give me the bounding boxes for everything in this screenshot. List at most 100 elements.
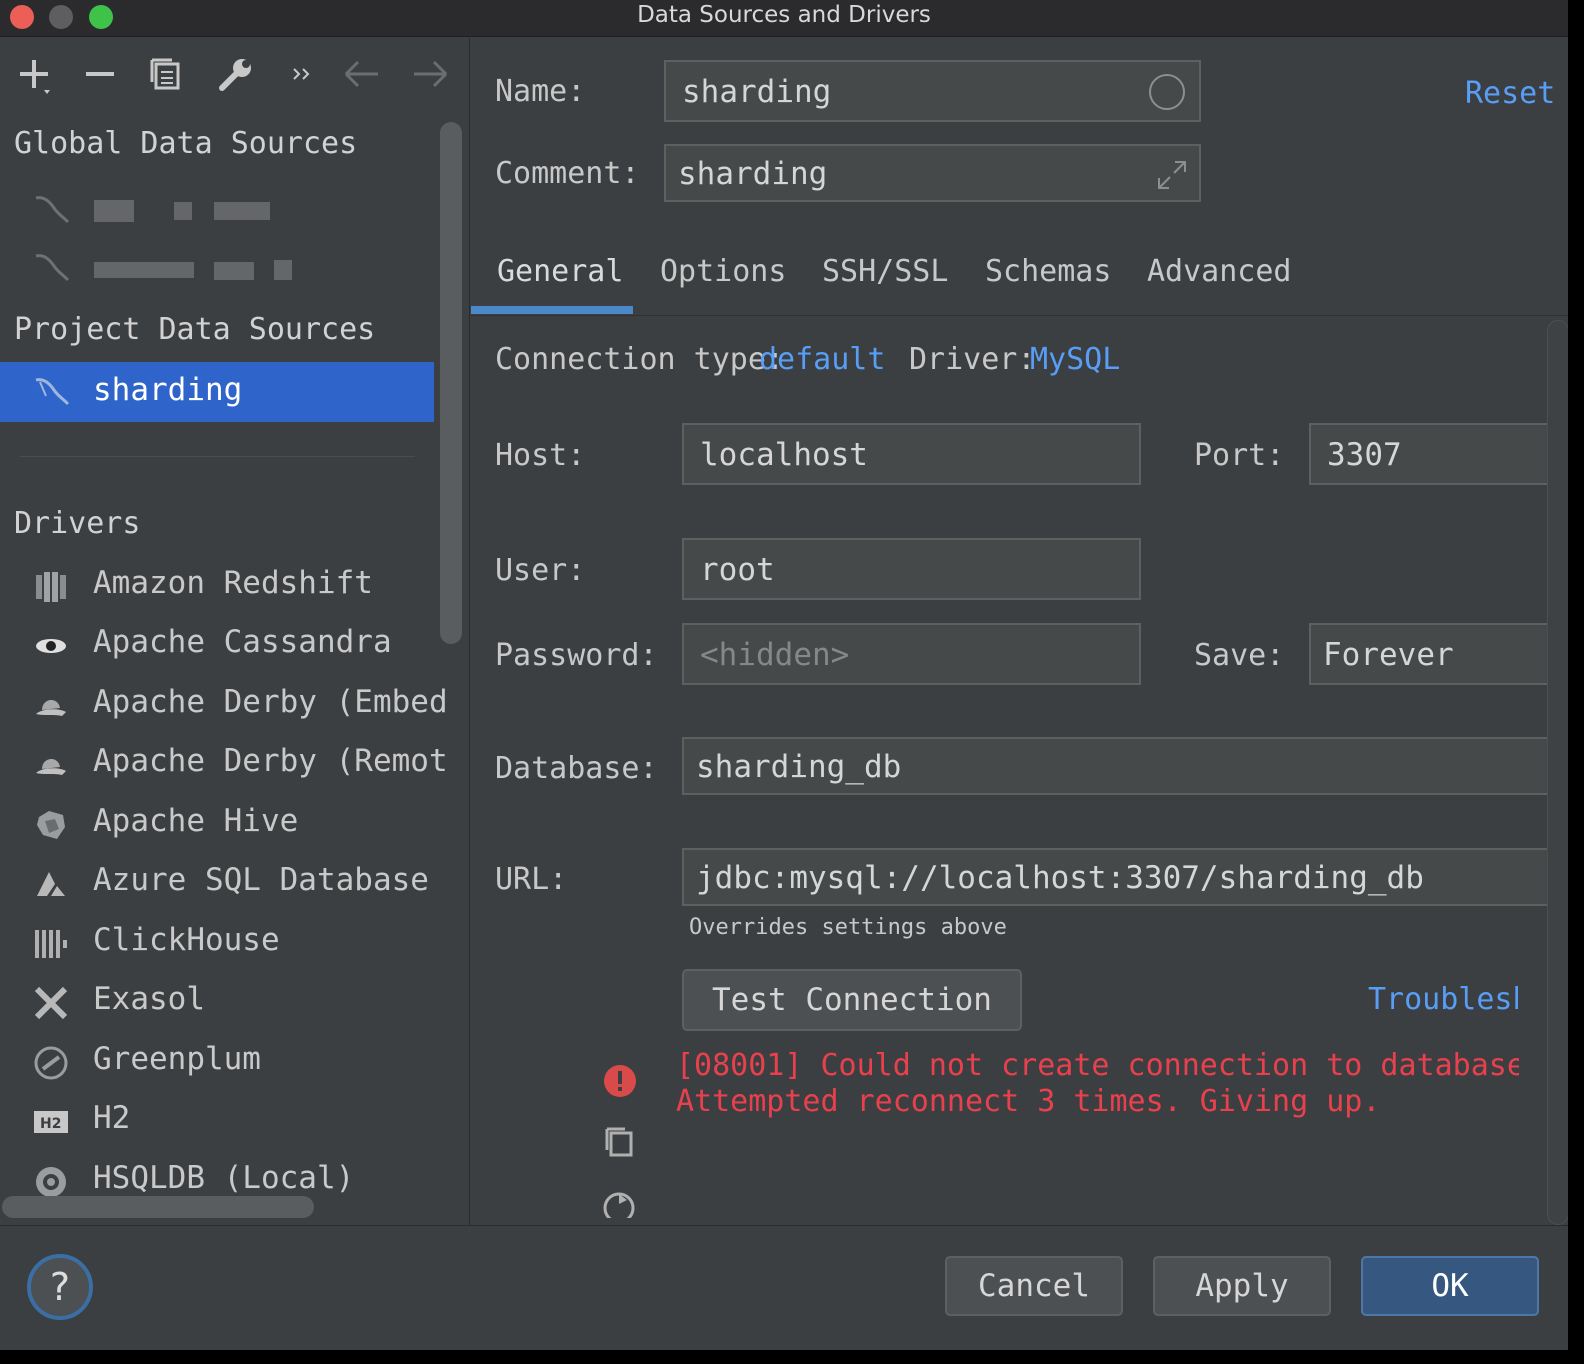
data-source-tree-panel: Global Data Sources Project Data Sources…: [0, 38, 470, 1225]
driver-label: Apache Cassandra: [93, 624, 392, 660]
global-data-source-item[interactable]: [32, 190, 292, 230]
url-input[interactable]: jdbc:mysql://localhost:3307/sharding_db: [682, 848, 1549, 906]
tab-general[interactable]: General: [497, 254, 623, 289]
troubleshooting-link[interactable]: Troublesh: [1368, 982, 1518, 1017]
azure-icon: [30, 864, 72, 904]
wrench-icon[interactable]: [214, 52, 258, 96]
driver-label: Apache Derby (Embed: [93, 684, 448, 720]
driver-label: Azure SQL Database: [93, 862, 429, 898]
hive-icon: [30, 805, 72, 845]
error-message-line-2: Attempted reconnect 3 times. Giving up.: [676, 1084, 1381, 1119]
driver-label: Apache Hive: [93, 803, 299, 839]
forward-arrow-icon[interactable]: [408, 52, 452, 96]
driver-item-amazon-redshift[interactable]: Amazon Redshift: [0, 557, 469, 615]
save-select[interactable]: Forever: [1309, 623, 1549, 685]
project-data-source-sharding[interactable]: sharding: [0, 362, 434, 422]
tree-divider: [20, 456, 415, 457]
back-arrow-icon[interactable]: [340, 52, 384, 96]
connection-type-label: Connection type:: [495, 342, 784, 377]
ok-button[interactable]: OK: [1361, 1256, 1539, 1316]
data-source-settings-panel: Name: sharding Reset Comment: sharding G…: [471, 38, 1568, 1225]
help-button[interactable]: ?: [27, 1254, 93, 1320]
settings-vertical-scrollbar[interactable]: [1547, 320, 1568, 1225]
save-label: Save:: [1194, 638, 1285, 673]
expand-icon[interactable]: [1155, 158, 1189, 192]
tree-toolbar: [0, 38, 469, 110]
refresh-icon[interactable]: [601, 1188, 637, 1218]
cassandra-icon: [30, 626, 72, 666]
driver-label: HSQLDB (Local): [93, 1160, 355, 1196]
port-input[interactable]: 3307: [1309, 423, 1549, 485]
driver-item-greenplum[interactable]: Greenplum: [0, 1033, 469, 1091]
derby-icon: [30, 745, 72, 785]
apply-button[interactable]: Apply: [1153, 1256, 1331, 1316]
driver-item-apache-derby-remote[interactable]: Apache Derby (Remot: [0, 735, 469, 793]
comment-value: sharding: [678, 156, 828, 192]
driver-label: Greenplum: [93, 1041, 261, 1077]
host-input[interactable]: localhost: [682, 423, 1141, 485]
duplicate-icon[interactable]: [146, 52, 190, 96]
driver-item-clickhouse[interactable]: ClickHouse: [0, 914, 469, 972]
global-data-source-item[interactable]: [32, 248, 292, 288]
host-label: Host:: [495, 438, 586, 473]
title-bar: Data Sources and Drivers: [0, 0, 1568, 37]
name-label: Name:: [495, 74, 586, 109]
driver-item-apache-hive[interactable]: Apache Hive: [0, 795, 469, 853]
comment-label: Comment:: [495, 156, 640, 191]
name-input[interactable]: sharding: [664, 60, 1201, 122]
database-input[interactable]: sharding_db: [682, 737, 1549, 795]
driver-item-exasol[interactable]: Exasol: [0, 973, 469, 1031]
password-input[interactable]: <hidden>: [682, 623, 1141, 685]
password-label: Password:: [495, 638, 658, 673]
test-connection-button[interactable]: Test Connection: [682, 969, 1022, 1031]
active-tab-indicator: [471, 306, 633, 314]
url-hint: Overrides settings above: [689, 915, 1007, 940]
clickhouse-icon: [30, 924, 72, 964]
name-value: sharding: [682, 74, 832, 110]
window-title: Data Sources and Drivers: [637, 2, 931, 28]
tree-horizontal-scrollbar[interactable]: [2, 1196, 314, 1218]
driver-label: Exasol: [93, 981, 205, 1017]
driver-label: Driver:: [909, 342, 1036, 377]
more-icon[interactable]: [280, 52, 324, 96]
project-data-sources-title: Project Data Sources: [14, 312, 376, 347]
database-label: Database:: [495, 751, 658, 786]
port-label: Port:: [1194, 438, 1285, 473]
driver-label: H2: [93, 1100, 131, 1136]
mysql-icon: [35, 254, 70, 282]
user-label: User:: [495, 553, 586, 588]
user-input[interactable]: root: [682, 538, 1141, 600]
drivers-title: Drivers: [14, 506, 141, 541]
data-sources-dialog: Data Sources and Drivers Global Data Sou…: [0, 0, 1568, 1350]
tab-advanced[interactable]: Advanced: [1147, 254, 1292, 289]
global-data-sources-title: Global Data Sources: [14, 126, 358, 161]
copy-icon[interactable]: [603, 1124, 637, 1158]
error-icon: [604, 1065, 636, 1097]
error-message-line-1: [08001] Could not create connection to d…: [676, 1048, 1519, 1083]
driver-label: Apache Derby (Remot: [93, 743, 448, 779]
driver-item-apache-derby-embedded[interactable]: Apache Derby (Embed: [0, 676, 469, 734]
greenplum-icon: [30, 1043, 72, 1083]
dialog-footer: ? Cancel Apply OK: [0, 1225, 1568, 1350]
driver-item-apache-cassandra[interactable]: Apache Cassandra: [0, 616, 469, 674]
derby-icon: [30, 686, 72, 726]
driver-link[interactable]: MySQL: [1030, 342, 1120, 377]
mysql-icon: [35, 196, 70, 224]
reset-link[interactable]: Reset: [1465, 76, 1555, 111]
tab-ssh-ssl[interactable]: SSH/SSL: [822, 254, 948, 289]
add-icon[interactable]: [14, 52, 58, 96]
remove-icon[interactable]: [78, 52, 122, 96]
driver-item-h2[interactable]: H2 H2: [0, 1092, 469, 1150]
connection-type-link[interactable]: default: [759, 342, 885, 377]
comment-input[interactable]: sharding: [664, 144, 1201, 202]
redshift-icon: [30, 567, 72, 607]
tab-options[interactable]: Options: [660, 254, 786, 289]
color-picker-icon[interactable]: [1149, 74, 1185, 110]
project-data-source-label: sharding: [93, 372, 243, 408]
tree-vertical-scrollbar[interactable]: [440, 122, 462, 644]
cancel-button[interactable]: Cancel: [945, 1256, 1123, 1316]
tab-schemas[interactable]: Schemas: [985, 254, 1111, 289]
exasol-icon: [30, 983, 72, 1023]
driver-item-azure-sql-database[interactable]: Azure SQL Database: [0, 854, 469, 912]
mysql-icon: [35, 378, 70, 406]
